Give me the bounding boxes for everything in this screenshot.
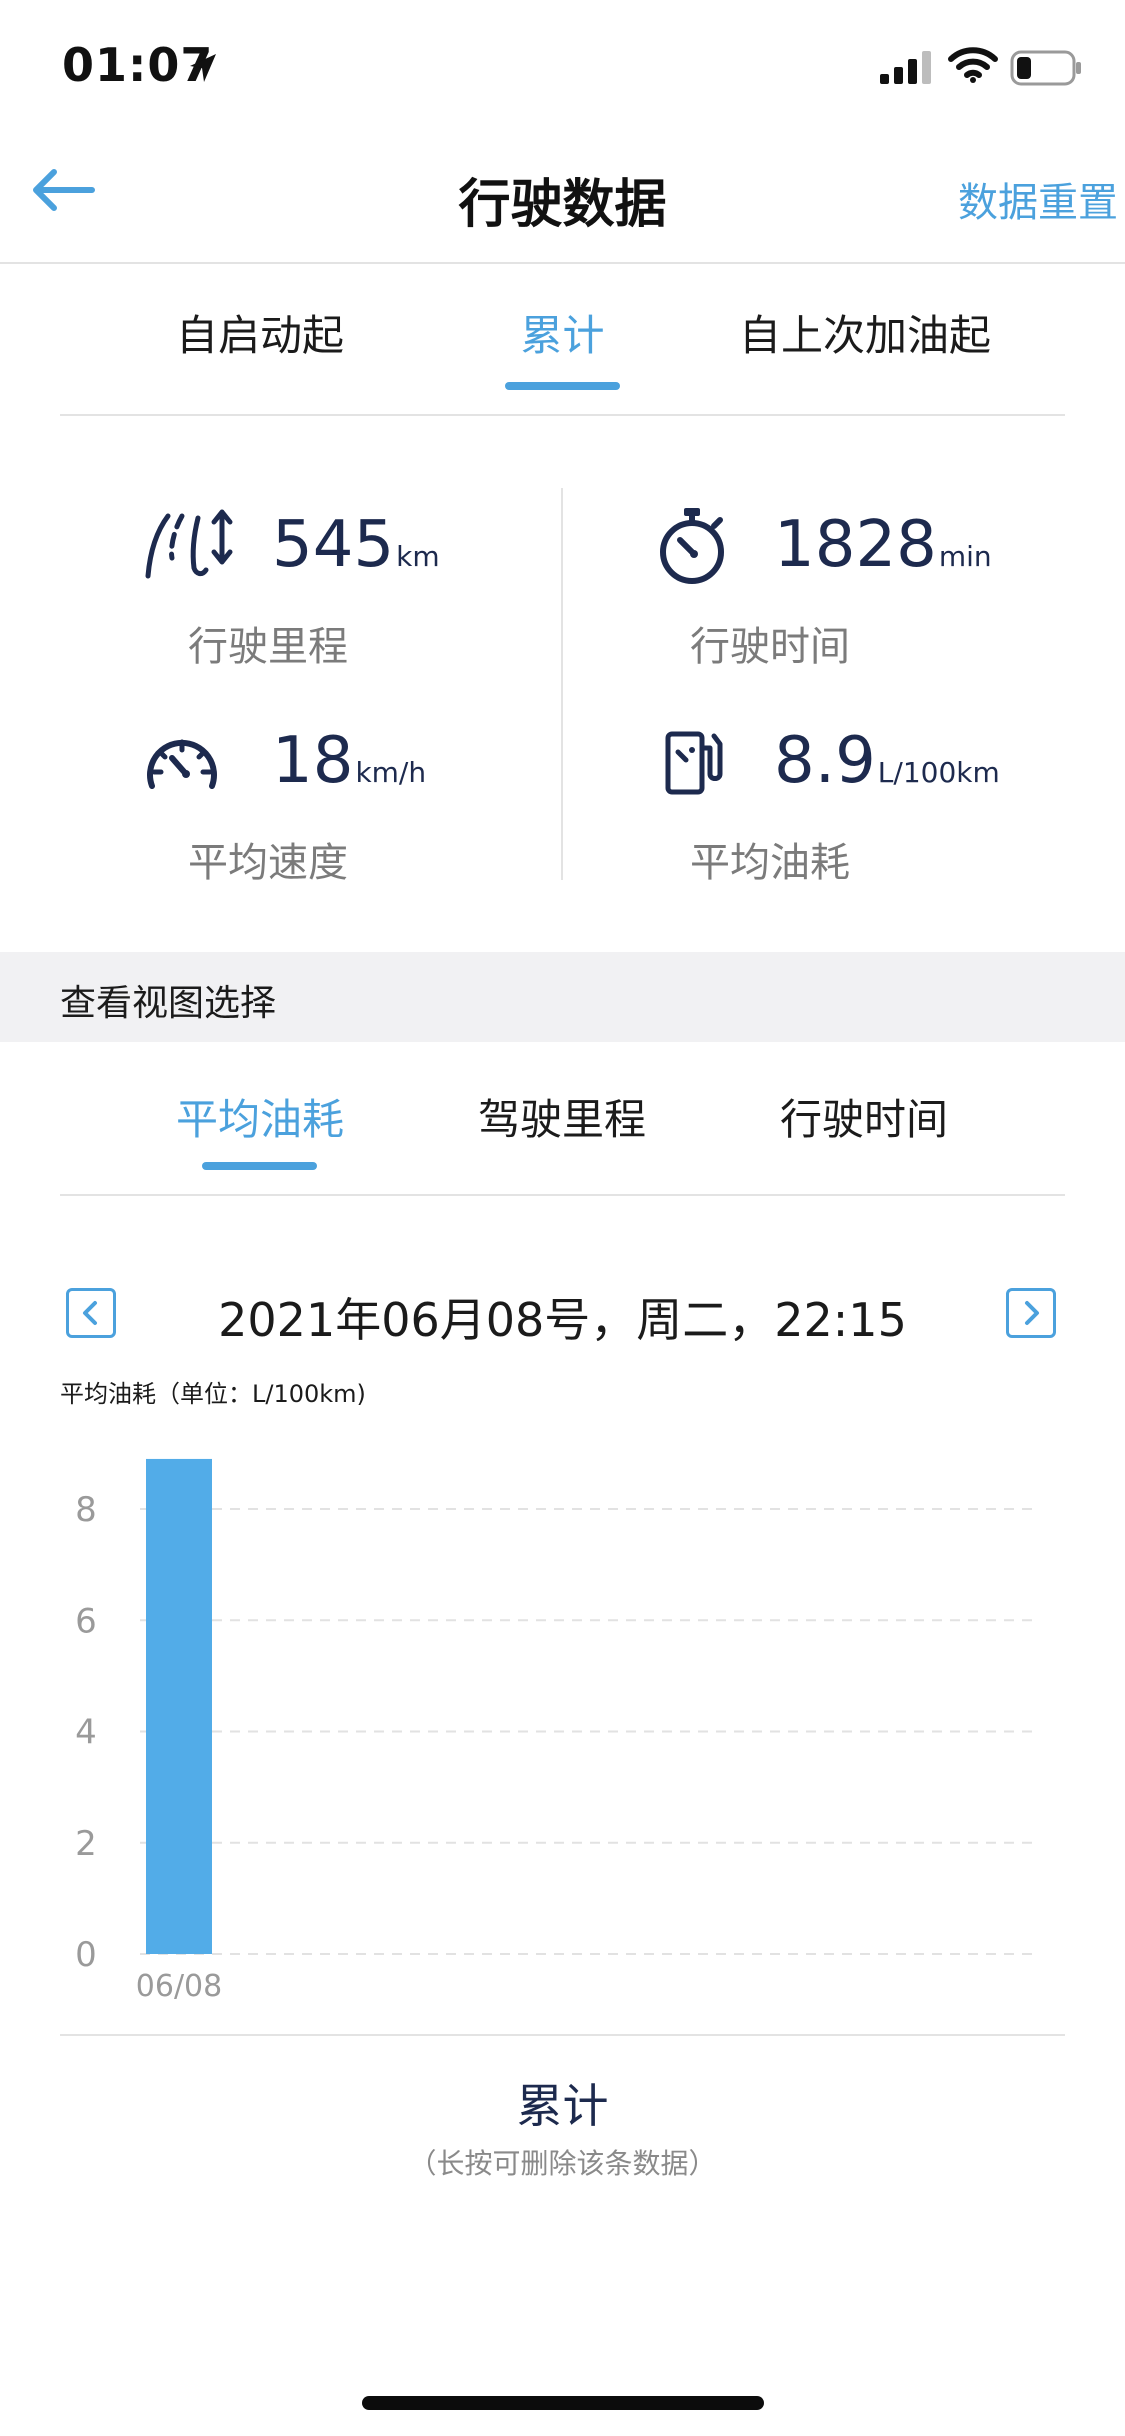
view-tab-time[interactable]: 行驶时间 bbox=[734, 1086, 994, 1147]
footer-hint: （长按可删除该条数据） bbox=[408, 2147, 717, 2180]
y-tick-label: 4 bbox=[75, 1713, 97, 1753]
tab-divider bbox=[60, 414, 1065, 416]
y-tick-label: 0 bbox=[75, 1935, 97, 1975]
distance-label: 行驶里程 bbox=[188, 624, 348, 670]
home-indicator bbox=[362, 2396, 764, 2410]
next-button[interactable] bbox=[1006, 1288, 1056, 1338]
data-reset-button[interactable]: 数据重置 bbox=[958, 170, 1118, 228]
chart-bar[interactable] bbox=[146, 1458, 212, 1954]
chevron-right-icon bbox=[1025, 1301, 1039, 1325]
location-arrow-icon bbox=[190, 54, 216, 82]
active-tab-indicator bbox=[505, 382, 620, 390]
nav-divider bbox=[0, 262, 1125, 264]
view-section-title: 查看视图选择 bbox=[60, 983, 277, 1024]
stopwatch-icon bbox=[660, 508, 724, 584]
page-title: 行驶数据 bbox=[458, 175, 667, 235]
fuel-pump-icon bbox=[665, 731, 723, 795]
battery-icon bbox=[1010, 50, 1081, 86]
chart-divider bbox=[60, 2034, 1065, 2036]
view-tab-divider bbox=[60, 1194, 1065, 1196]
view-tab-distance[interactable]: 驾驶里程 bbox=[432, 1086, 692, 1147]
tab-cumulative[interactable]: 累计 bbox=[450, 302, 675, 363]
fuel-value: 8.9L/100km bbox=[774, 724, 1000, 798]
x-tick-label: 06/08 bbox=[136, 1969, 222, 2004]
footer-title: 累计 bbox=[516, 2079, 609, 2133]
view-tab-fuel[interactable]: 平均油耗 bbox=[130, 1086, 390, 1147]
y-tick-label: 6 bbox=[75, 1601, 97, 1641]
time-label: 行驶时间 bbox=[690, 624, 850, 670]
y-tick-label: 2 bbox=[75, 1824, 97, 1864]
cellular-signal-icon bbox=[880, 51, 931, 84]
fuel-consumption-chart: 0 2 4 6 8 06/08 bbox=[75, 1458, 1035, 2004]
fuel-label: 平均油耗 bbox=[690, 840, 850, 886]
tab-since-refuel[interactable]: 自上次加油起 bbox=[700, 302, 1030, 363]
stats-divider bbox=[561, 488, 563, 880]
speedometer-icon bbox=[147, 739, 217, 789]
chart-caption: 平均油耗（单位：L/100km) bbox=[60, 1380, 366, 1408]
date-label: 2021年06月08号，周二，22:15 bbox=[218, 1293, 907, 1347]
active-view-tab-indicator bbox=[202, 1162, 317, 1170]
time-value: 1828min bbox=[774, 508, 992, 582]
speed-value: 18km/h bbox=[272, 724, 427, 798]
road-icon bbox=[145, 509, 233, 579]
speed-label: 平均速度 bbox=[188, 840, 348, 886]
tab-since-start[interactable]: 自启动起 bbox=[110, 302, 410, 363]
wifi-icon bbox=[948, 47, 998, 83]
distance-value: 545km bbox=[272, 508, 440, 582]
y-tick-label: 8 bbox=[75, 1490, 97, 1530]
